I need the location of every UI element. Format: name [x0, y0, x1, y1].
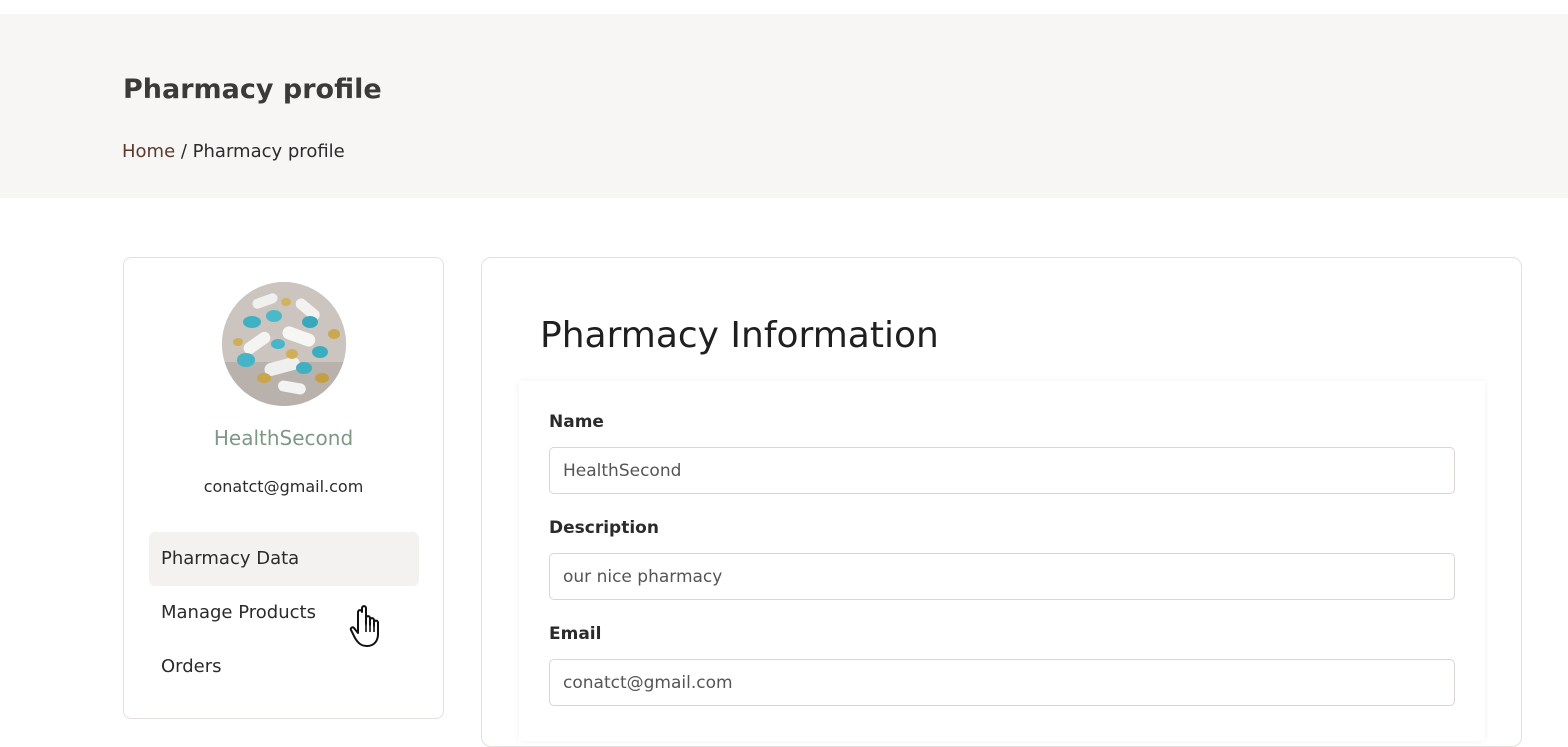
- section-title: Pharmacy Information: [540, 315, 939, 356]
- breadcrumb-current: Pharmacy profile: [192, 141, 345, 162]
- description-label: Description: [549, 518, 659, 538]
- sidebar-item-pharmacy-data[interactable]: Pharmacy Data: [149, 532, 419, 586]
- breadcrumb-home-link[interactable]: Home: [122, 141, 175, 162]
- page-header: Pharmacy profile Home / Pharmacy profile: [0, 14, 1568, 198]
- pharmacy-info-card: Pharmacy Information Name Description Em…: [481, 257, 1522, 747]
- breadcrumb: Home / Pharmacy profile: [122, 140, 345, 164]
- email-label: Email: [549, 624, 602, 644]
- pharmacy-info-form: Name Description Email: [519, 381, 1485, 741]
- description-field[interactable]: [549, 553, 1455, 600]
- profile-card: HealthSecond conatct@gmail.com Pharmacy …: [123, 257, 444, 719]
- avatar: [222, 282, 346, 406]
- sidebar-item-orders[interactable]: Orders: [149, 640, 419, 694]
- name-field[interactable]: [549, 447, 1455, 494]
- sidebar-item-manage-products[interactable]: Manage Products: [149, 586, 419, 640]
- email-field[interactable]: [549, 659, 1455, 706]
- breadcrumb-separator: /: [175, 141, 193, 162]
- pills-photo-icon: [222, 282, 346, 406]
- profile-side-nav: Pharmacy Data Manage Products Orders: [149, 532, 419, 694]
- name-label: Name: [549, 412, 604, 432]
- page-title: Pharmacy profile: [123, 74, 382, 105]
- profile-email: conatct@gmail.com: [203, 477, 364, 496]
- profile-name: HealthSecond: [213, 426, 354, 450]
